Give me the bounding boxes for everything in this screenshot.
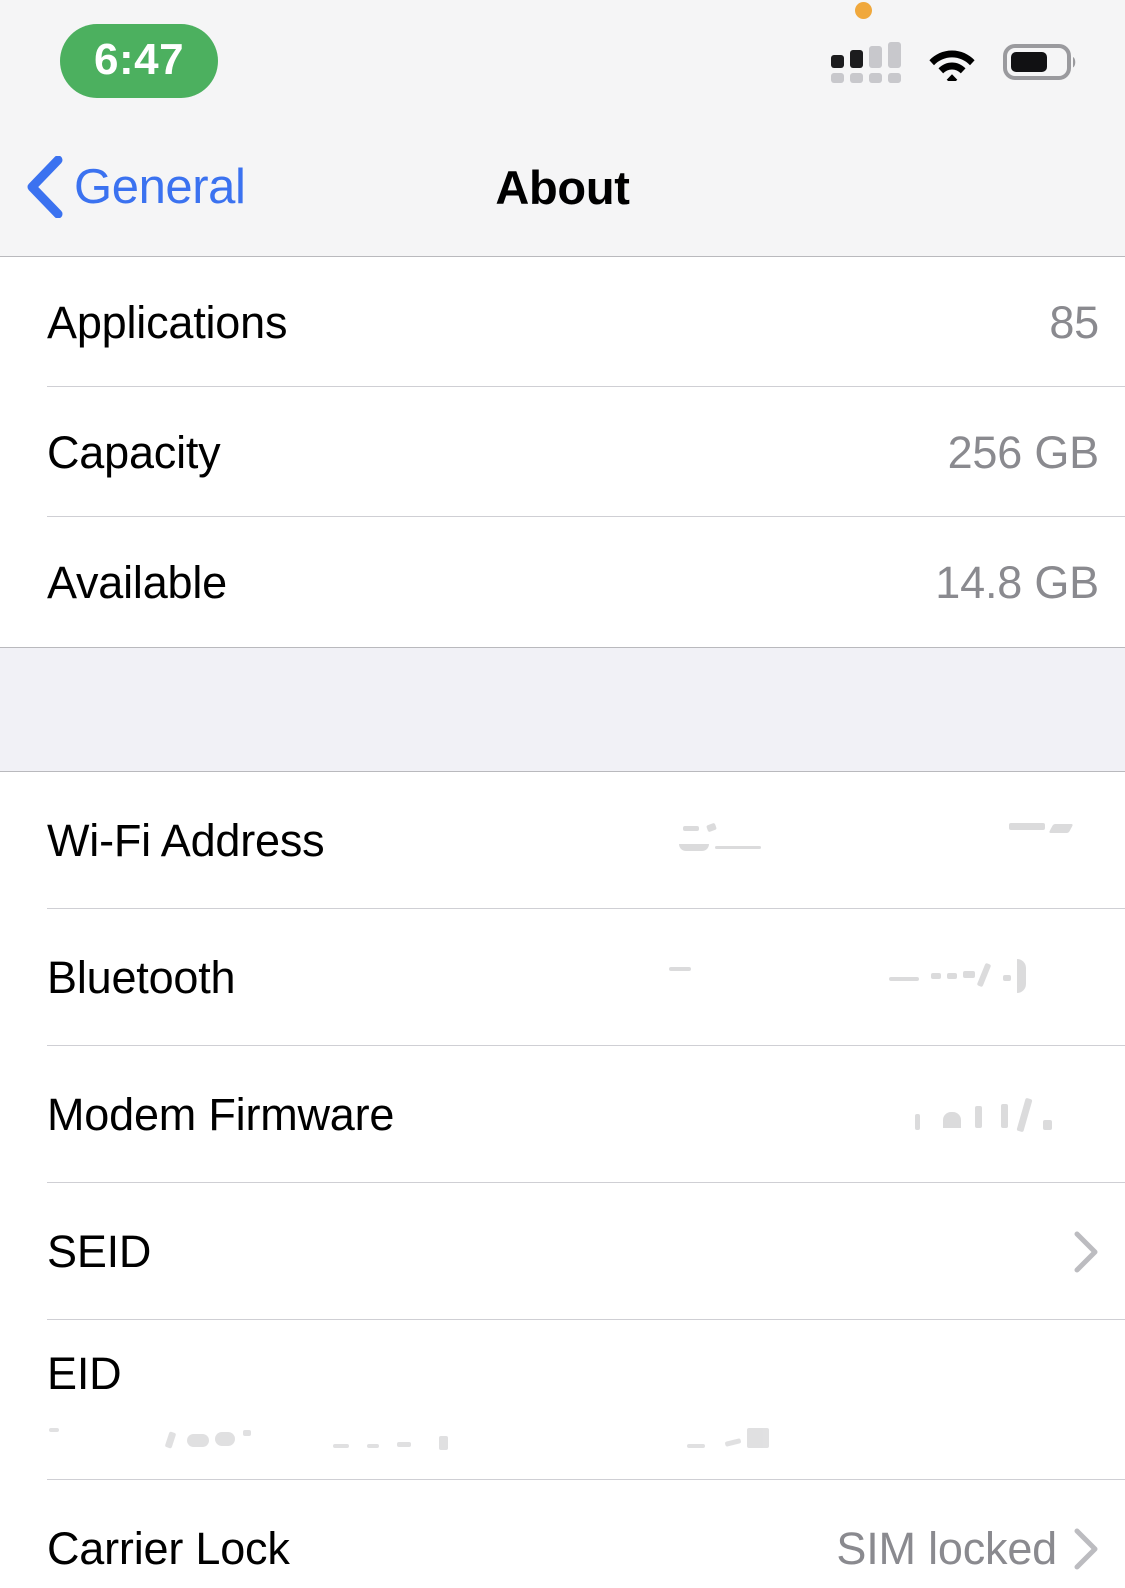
cellular-second-line-bars — [831, 72, 901, 83]
battery-icon — [1003, 44, 1076, 80]
section-separator-gap — [0, 647, 1125, 772]
redacted-value-eid — [47, 1422, 1087, 1456]
redacted-value-modem-firmware — [659, 1092, 1099, 1138]
back-button-label: General — [74, 159, 246, 214]
chevron-left-icon — [27, 156, 63, 218]
row-label: Applications — [47, 296, 288, 348]
row-label: SEID — [47, 1226, 152, 1277]
redacted-value-wifi-address — [659, 818, 1099, 864]
cellular-bars — [831, 41, 901, 68]
row-value: 256 GB — [947, 426, 1100, 478]
row-label: Modem Firmware — [47, 1089, 395, 1140]
wifi-icon — [929, 50, 975, 81]
row-value: 14.8 GB — [935, 556, 1099, 608]
section-identifiers: Wi-Fi Address Bluetooth Modem Firmware S… — [0, 772, 1125, 1588]
row-seid[interactable]: SEID — [0, 1183, 1125, 1320]
row-available[interactable]: Available 14.8 GB — [0, 517, 1125, 647]
row-value-group: 14.8 GB — [935, 560, 1099, 605]
row-label: Carrier Lock — [47, 1523, 290, 1574]
chevron-right-icon — [1074, 1528, 1098, 1569]
redacted-value-bluetooth — [659, 955, 1099, 1001]
row-capacity[interactable]: Capacity 256 GB — [0, 387, 1125, 517]
row-value: SIM locked — [836, 1523, 1057, 1574]
row-value: 85 — [1049, 296, 1099, 348]
status-bar-indicators — [831, 1, 1079, 83]
row-label: Available — [47, 556, 228, 608]
row-value-group: 85 — [1049, 300, 1099, 345]
status-bar-time-pill: 6:47 — [60, 24, 219, 98]
row-value-group: SIM locked — [836, 1526, 1099, 1571]
row-bluetooth[interactable]: Bluetooth — [0, 909, 1125, 1046]
section-storage: Applications 85 Capacity 256 GB Availabl… — [0, 257, 1125, 647]
chevron-right-icon — [1074, 1231, 1098, 1272]
cellular-signal-icon — [831, 41, 901, 83]
row-label: Bluetooth — [47, 952, 236, 1003]
row-value-group — [1057, 1230, 1099, 1274]
row-label: EID — [47, 1347, 122, 1399]
settings-about-screen: 6:47 General About Applications 85 Capac… — [0, 0, 1125, 1588]
row-wifi-address[interactable]: Wi-Fi Address — [0, 772, 1125, 909]
row-value-group — [643, 818, 1099, 864]
row-label: Capacity — [47, 426, 221, 478]
row-value-group — [643, 955, 1099, 1001]
row-value-group — [643, 1092, 1099, 1138]
row-eid[interactable]: EID — [0, 1320, 1125, 1480]
row-carrier-lock[interactable]: Carrier Lock SIM locked — [0, 1480, 1125, 1588]
privacy-indicator-dot — [855, 1, 872, 19]
row-applications[interactable]: Applications 85 — [0, 257, 1125, 387]
back-button-general[interactable]: General — [0, 156, 246, 218]
navigation-bar: General About — [0, 118, 1125, 257]
row-modem-firmware[interactable]: Modem Firmware — [0, 1046, 1125, 1183]
status-bar: 6:47 — [0, 0, 1125, 118]
row-value-group: 256 GB — [947, 426, 1100, 478]
row-label: Wi-Fi Address — [47, 815, 325, 866]
